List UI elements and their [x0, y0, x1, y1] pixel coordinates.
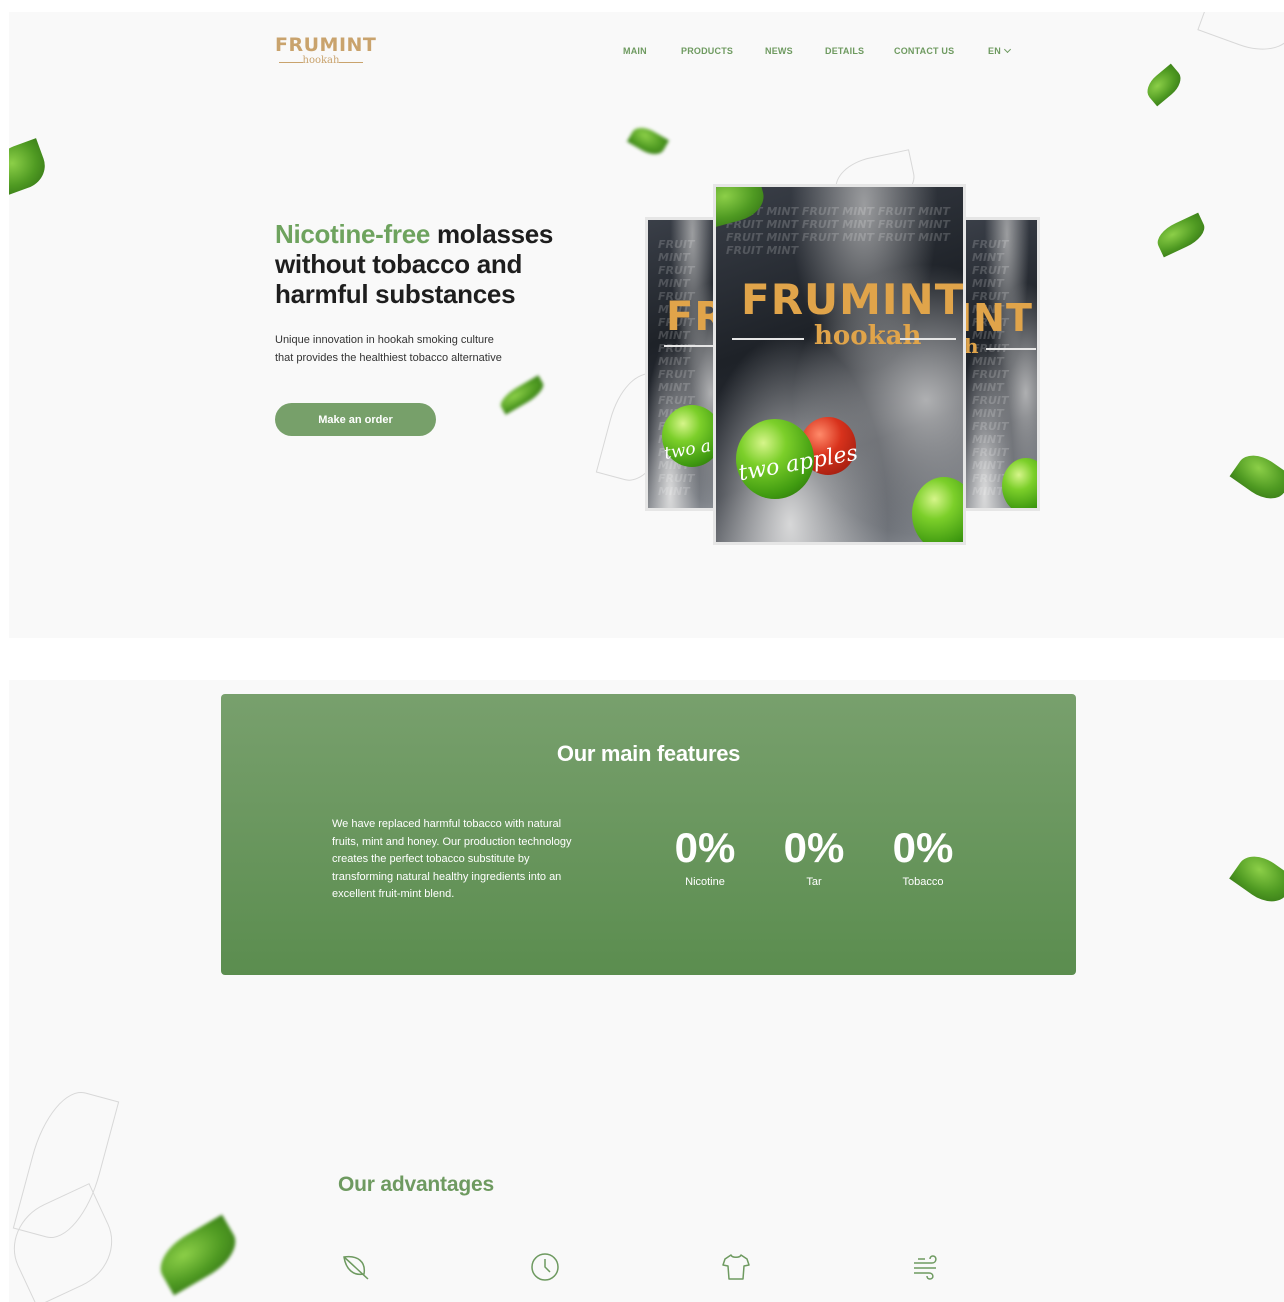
main-features-panel: Our main features We have replaced harmf… [221, 694, 1076, 975]
pack-pattern-text: FRUIT MINT FRUIT MINT FRUIT MINT FRUIT M… [726, 205, 950, 257]
leaf-icon [343, 1255, 369, 1280]
stat-value: 0% [674, 824, 736, 871]
pack-brand: FRUMINT [741, 275, 965, 324]
tshirt-icon [722, 1254, 750, 1280]
stat-label: Tobacco [902, 876, 944, 888]
clock-icon [531, 1253, 559, 1281]
stat-label: Tar [806, 876, 822, 888]
leaf-decoration [1229, 847, 1284, 911]
product-pack-right: FRUIT MINT FRUIT MINT FRUIT MINT FRUIT M… [959, 217, 1040, 511]
apple-image [1002, 458, 1037, 508]
product-packs: FRUIT MINT FRUIT MINT FRUIT MINT FRUIT M… [9, 12, 1284, 638]
hero-section: FRUMINT hookah MAIN PRODUCTS NEWS DETAIL… [9, 12, 1284, 638]
features-section: Our main features We have replaced harmf… [9, 680, 1284, 1302]
advantages-title: Our advantages [338, 1173, 494, 1196]
product-pack-front: FRUIT MINT FRUIT MINT FRUIT MINT FRUIT M… [713, 184, 966, 545]
stat-tobacco: 0% Tobacco [878, 824, 968, 888]
stat-value: 0% [892, 824, 954, 871]
wind-icon [914, 1255, 937, 1280]
features-description: We have replaced harmful tobacco with na… [332, 818, 572, 900]
apple-image [912, 477, 963, 542]
pack-sub: hookah [814, 321, 922, 351]
stat-tar: 0% Tar [769, 824, 859, 888]
stat-value: 0% [783, 824, 845, 871]
pack-sub: h [964, 334, 979, 358]
stat-nicotine: 0% Nicotine [660, 824, 750, 888]
leaf-decoration [150, 1214, 246, 1296]
features-title: Our main features [556, 741, 741, 766]
stat-label: Nicotine [685, 876, 725, 888]
